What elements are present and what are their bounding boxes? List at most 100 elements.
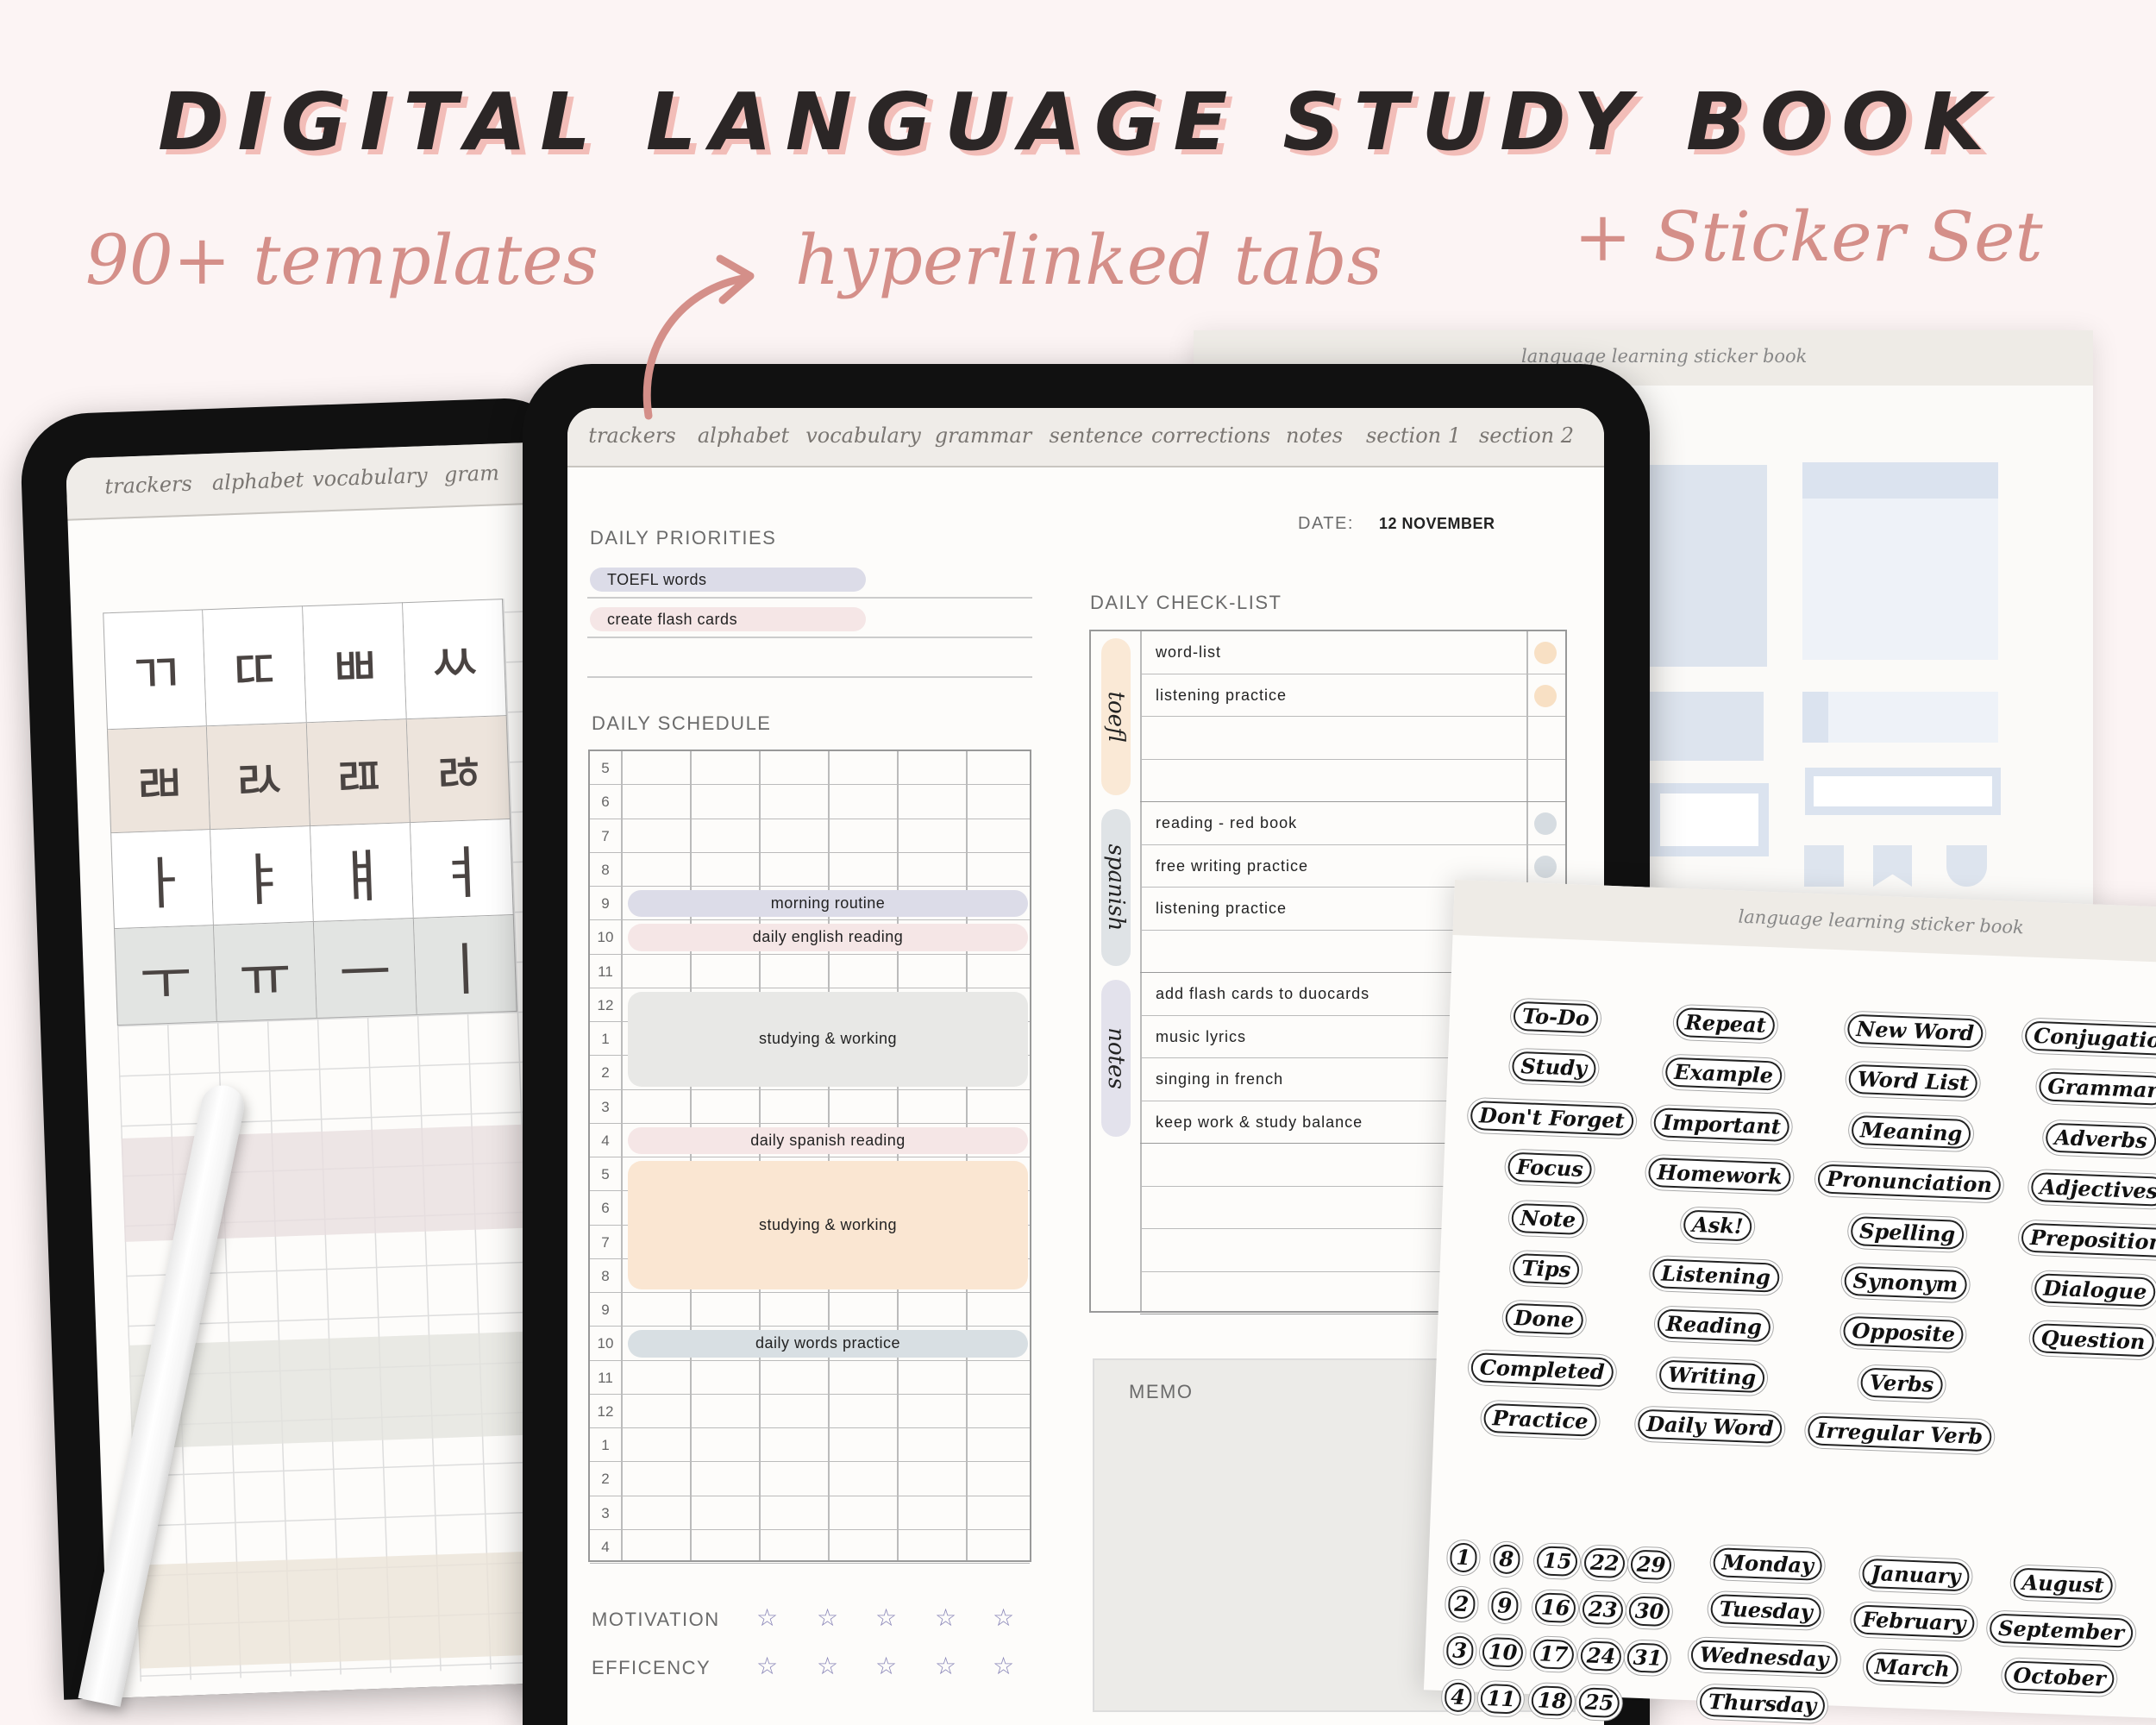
number-sticker[interactable]: 3 [1445,1635,1474,1666]
sticker[interactable]: Reading [1657,1308,1771,1343]
sticker[interactable]: Adverbs [2045,1122,2156,1157]
sticker[interactable]: Grammar [2038,1071,2156,1107]
sticker[interactable]: Study [1511,1051,1596,1084]
month-sticker[interactable]: August [2013,1567,2114,1601]
sticker[interactable]: Note [1511,1202,1585,1235]
schedule-event[interactable]: daily words practice [628,1330,1028,1358]
star-icon[interactable]: ☆ [756,1652,778,1680]
schedule-row[interactable]: 11 [590,1361,1030,1395]
sticker[interactable]: Completed [1470,1352,1614,1388]
sticker[interactable]: Practice [1482,1402,1598,1437]
sticker[interactable]: Word List [1848,1064,1978,1099]
date-value[interactable]: 12 NOVEMBER [1379,515,1495,533]
sticker[interactable]: Dialogue [2034,1273,2156,1308]
tab-section-1[interactable]: section 1 [1366,423,1461,448]
tab-corrections[interactable]: corrections [1151,423,1270,448]
sticker[interactable]: Done [1505,1303,1583,1336]
sticker[interactable]: Conjugation [2024,1020,2156,1057]
day-sticker[interactable]: Tuesday [1710,1594,1822,1628]
schedule-event[interactable]: daily spanish reading [628,1126,1028,1154]
schedule-row[interactable]: 3 [590,1090,1030,1124]
priority-item[interactable]: TOEFL words [590,568,866,592]
month-sticker[interactable]: October [2003,1660,2115,1695]
checkbox-dot[interactable] [1534,812,1557,835]
month-sticker[interactable]: January [1861,1558,1971,1592]
sticker[interactable]: Opposite [1842,1316,1965,1351]
number-sticker[interactable]: 23 [1582,1594,1624,1626]
number-sticker[interactable]: 9 [1490,1590,1519,1622]
sticker[interactable]: Tips [1512,1252,1581,1285]
sticker[interactable]: Meaning [1851,1114,1971,1149]
category-tab-toefl[interactable]: toefl [1101,638,1131,795]
number-sticker[interactable]: 15 [1536,1546,1579,1578]
tab-grammar[interactable]: grammar [935,423,1031,448]
checkbox-dot[interactable] [1534,684,1557,707]
star-icon[interactable]: ☆ [935,1652,956,1680]
star-icon[interactable]: ☆ [935,1603,956,1632]
sticker[interactable]: Synonym [1844,1265,1967,1301]
number-sticker[interactable]: 30 [1628,1596,1670,1628]
sticker[interactable]: Adjectives [2030,1172,2156,1208]
schedule-row[interactable]: 1 [590,1428,1030,1463]
day-sticker[interactable]: Thursday [1699,1686,1826,1722]
number-sticker[interactable]: 8 [1492,1544,1520,1575]
number-sticker[interactable]: 29 [1630,1549,1673,1581]
schedule-row[interactable]: 11 [590,955,1030,988]
schedule-event[interactable]: studying & working [628,991,1028,1087]
tab-sentence[interactable]: sentence [1050,423,1144,448]
day-sticker[interactable]: Wednesday [1690,1640,1839,1675]
sticker[interactable]: Ask! [1683,1209,1753,1242]
number-sticker[interactable]: 4 [1444,1682,1472,1713]
number-sticker[interactable]: 11 [1480,1683,1522,1715]
number-sticker[interactable]: 1 [1449,1542,1477,1573]
schedule-row[interactable]: 6 [590,785,1030,819]
number-sticker[interactable]: 18 [1531,1685,1573,1716]
number-sticker[interactable]: 25 [1578,1687,1620,1719]
category-tab-spanish[interactable]: spanish [1101,809,1131,966]
schedule-row[interactable]: 12 [590,1395,1030,1428]
sticker[interactable]: Question [2032,1323,2155,1358]
sticker[interactable]: Listening [1651,1258,1780,1293]
checkbox-dot[interactable] [1534,855,1557,878]
month-sticker[interactable]: September [1989,1613,2134,1648]
day-sticker[interactable]: Monday [1713,1547,1823,1581]
number-sticker[interactable]: 24 [1580,1640,1622,1672]
checklist-row[interactable]: word-list [1140,631,1565,674]
sticker[interactable]: Daily Word [1637,1408,1783,1445]
star-icon[interactable]: ☆ [817,1603,838,1632]
schedule-row[interactable]: 7 [590,819,1030,853]
star-icon[interactable]: ☆ [817,1652,838,1680]
star-icon[interactable]: ☆ [993,1652,1014,1680]
sticker[interactable]: Writing [1658,1359,1765,1393]
sticker[interactable]: Repeat [1676,1007,1776,1041]
schedule-row[interactable]: 5 [590,751,1030,786]
sticker[interactable]: Focus [1507,1151,1593,1185]
checklist-row[interactable] [1140,760,1565,802]
schedule-row[interactable]: 9 [590,1293,1030,1327]
sticker[interactable]: Spelling [1850,1215,1965,1250]
schedule-event[interactable]: studying & working [628,1161,1028,1289]
month-sticker[interactable]: February [1852,1604,1975,1639]
checklist-row[interactable] [1140,717,1565,760]
month-sticker[interactable]: March [1865,1651,1959,1685]
sticker[interactable]: Important [1653,1107,1790,1142]
sticker[interactable]: Don't Forget [1470,1100,1634,1136]
sticker[interactable]: New Word [1846,1013,1984,1049]
priority-item[interactable]: create flash cards [590,607,866,631]
tab-notes[interactable]: notes [1286,423,1343,448]
schedule-row[interactable]: 4 [590,1530,1030,1564]
sticker[interactable]: Example [1664,1057,1783,1092]
sticker[interactable]: Homework [1647,1157,1792,1193]
sticker[interactable]: Irregular Verb [1807,1415,1992,1452]
checkbox-dot[interactable] [1534,642,1557,664]
checklist-row[interactable]: reading - red book [1140,802,1565,845]
number-sticker[interactable]: 16 [1534,1592,1577,1623]
sticker[interactable]: Preposition [2021,1222,2156,1258]
number-sticker[interactable]: 22 [1583,1547,1626,1579]
number-sticker[interactable]: 10 [1482,1636,1524,1668]
sticker[interactable]: To-Do [1513,1000,1599,1034]
number-sticker[interactable]: 31 [1626,1642,1669,1674]
sticker[interactable]: Pronunciation [1817,1164,2002,1201]
tab-section-2[interactable]: section 2 [1479,423,1574,448]
schedule-row[interactable]: 3 [590,1496,1030,1530]
